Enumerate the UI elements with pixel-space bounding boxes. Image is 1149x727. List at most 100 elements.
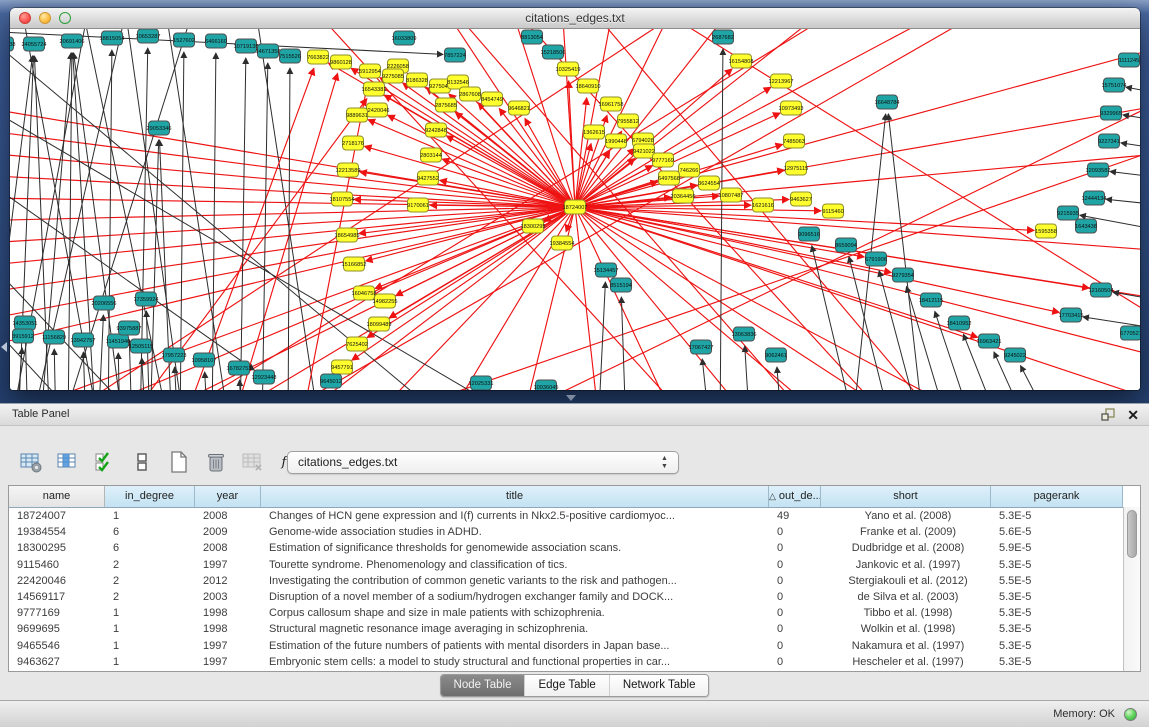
- cell-name[interactable]: 22420046: [9, 573, 105, 589]
- graph-node[interactable]: 15751074: [1102, 78, 1127, 92]
- graph-node[interactable]: 20691406: [60, 34, 85, 48]
- graph-node[interactable]: 24055724: [22, 37, 47, 51]
- graph-node[interactable]: 9463627: [790, 192, 812, 206]
- graph-node[interactable]: 18640910: [576, 79, 601, 93]
- cell-title[interactable]: Corpus callosum shape and size in male p…: [261, 605, 769, 621]
- cell-short[interactable]: Jankovic et al. (1997): [821, 557, 991, 573]
- cell-year[interactable]: 2009: [195, 524, 261, 540]
- table-row[interactable]: 977716911998Corpus callosum shape and si…: [9, 605, 1140, 621]
- graph-node[interactable]: 9329965: [1100, 106, 1122, 120]
- cell-title[interactable]: Tourette syndrome. Phenomenology and cla…: [261, 557, 769, 573]
- graph-node[interactable]: 12213967: [769, 74, 794, 88]
- graph-node[interactable]: 17067427: [689, 340, 714, 354]
- cell-pagerank[interactable]: 5.3E-5: [991, 508, 1123, 524]
- graph-node[interactable]: 1643438: [1075, 219, 1097, 233]
- cell-title[interactable]: Estimation of significance thresholds fo…: [261, 540, 769, 556]
- graph-node[interactable]: 7515526: [279, 49, 301, 63]
- graph-node[interactable]: 9170061: [407, 198, 429, 212]
- graph-node[interactable]: 746266: [679, 163, 700, 177]
- float-panel-icon[interactable]: [1101, 408, 1115, 421]
- table-row[interactable]: 2242004622012Investigating the contribut…: [9, 573, 1140, 589]
- cell-in_degree[interactable]: 6: [105, 524, 195, 540]
- cell-out_de[interactable]: 0: [769, 589, 821, 605]
- graph-node[interactable]: 18300295: [521, 219, 546, 233]
- graph-node[interactable]: 2803144: [420, 148, 442, 162]
- cell-in_degree[interactable]: 1: [105, 508, 195, 524]
- splitter-handle[interactable]: [566, 395, 576, 401]
- table-row[interactable]: 969969511998Structural magnetic resonanc…: [9, 621, 1140, 637]
- cell-name[interactable]: 14569117: [9, 589, 105, 605]
- graph-node[interactable]: 8454749: [481, 92, 503, 106]
- column-header-name[interactable]: name: [9, 486, 105, 507]
- graph-node[interactable]: 16033809: [392, 31, 417, 45]
- cell-pagerank[interactable]: 5.3E-5: [991, 557, 1123, 573]
- graph-node[interactable]: 2687682: [712, 30, 734, 44]
- graph-node[interactable]: 2718176: [342, 136, 364, 150]
- graph-node[interactable]: 18107554: [330, 192, 355, 206]
- cell-name[interactable]: 9777169: [9, 605, 105, 621]
- graph-node[interactable]: 12160504: [1089, 283, 1114, 297]
- graph-node[interactable]: 9645012: [320, 374, 342, 388]
- graph-node[interactable]: 16046758: [352, 286, 377, 300]
- cell-short[interactable]: Franke et al. (2009): [821, 524, 991, 540]
- graph-node[interactable]: 17957223: [162, 348, 187, 362]
- cell-name[interactable]: 9465546: [9, 638, 105, 654]
- graph-node[interactable]: 1362615: [583, 125, 605, 139]
- cell-year[interactable]: 1997: [195, 654, 261, 670]
- graph-node[interactable]: 17703415: [1059, 308, 1084, 322]
- select-columns-icon[interactable]: [92, 449, 118, 475]
- scrollbar-thumb[interactable]: [1127, 510, 1137, 558]
- graph-node[interactable]: 18412115: [919, 293, 943, 307]
- graph-node[interactable]: 13942757: [71, 333, 96, 347]
- graph-node[interactable]: 9457791: [331, 360, 353, 374]
- tab-network-table[interactable]: Network Table: [609, 675, 709, 696]
- graph-node[interactable]: 12505115: [129, 339, 153, 353]
- graph-node[interactable]: 8659094: [835, 238, 857, 252]
- graph-node[interactable]: 20364456: [671, 189, 696, 203]
- cell-short[interactable]: Wolkin et al. (1998): [821, 621, 991, 637]
- cell-short[interactable]: de Silva et al. (2003): [821, 589, 991, 605]
- graph-node[interactable]: 20206556: [92, 296, 117, 310]
- cell-year[interactable]: 2012: [195, 573, 261, 589]
- graph-node[interactable]: 8186328: [406, 73, 428, 87]
- cell-short[interactable]: Hescheler et al. (1997): [821, 654, 991, 670]
- table-row[interactable]: 911546021997Tourette syndrome. Phenomeno…: [9, 557, 1140, 573]
- cell-short[interactable]: Tibbo et al. (1998): [821, 605, 991, 621]
- graph-node[interactable]: 12025331: [469, 376, 494, 390]
- graph-node[interactable]: 3624554: [698, 176, 720, 190]
- graph-node[interactable]: 10653287: [136, 29, 161, 43]
- cell-name[interactable]: 18724007: [9, 508, 105, 524]
- column-header-title[interactable]: title: [261, 486, 769, 507]
- graph-node[interactable]: 15218506: [541, 45, 566, 59]
- cell-pagerank[interactable]: 5.6E-5: [991, 524, 1123, 540]
- graph-node[interactable]: 16782753: [227, 361, 252, 375]
- cell-pagerank[interactable]: 5.3E-5: [991, 605, 1123, 621]
- graph-node[interactable]: 93975887: [117, 321, 142, 335]
- graph-node[interactable]: 16963421: [977, 334, 1002, 348]
- graph-node[interactable]: 6770521: [1120, 326, 1140, 340]
- cell-title[interactable]: Changes of HCN gene expression and I(f) …: [261, 508, 769, 524]
- graph-node[interactable]: 22420046: [365, 103, 390, 117]
- graph-node[interactable]: 9646821: [508, 101, 530, 115]
- cell-out_de[interactable]: 0: [769, 540, 821, 556]
- cell-in_degree[interactable]: 1: [105, 605, 195, 621]
- graph-node[interactable]: 1111245: [1119, 53, 1140, 67]
- cell-title[interactable]: Structural magnetic resonance image aver…: [261, 621, 769, 637]
- cell-name[interactable]: 18300295: [9, 540, 105, 556]
- cell-pagerank[interactable]: 5.3E-5: [991, 654, 1123, 670]
- cell-in_degree[interactable]: 1: [105, 621, 195, 637]
- graph-node[interactable]: 18654985: [335, 228, 360, 242]
- cell-out_de[interactable]: 0: [769, 621, 821, 637]
- cell-in_degree[interactable]: 2: [105, 589, 195, 605]
- graph-node[interactable]: 9860128: [330, 55, 352, 69]
- graph-node[interactable]: 16154808: [729, 54, 754, 68]
- graph-node[interactable]: 13063836: [732, 327, 757, 341]
- tab-edge-table[interactable]: Edge Table: [524, 675, 608, 696]
- cell-title[interactable]: Embryonic stem cells: a model to study s…: [261, 654, 769, 670]
- graph-node[interactable]: 16961758: [599, 97, 624, 111]
- cell-in_degree[interactable]: 2: [105, 573, 195, 589]
- cell-pagerank[interactable]: 5.5E-5: [991, 573, 1123, 589]
- column-header-pagerank[interactable]: pagerank: [991, 486, 1123, 507]
- graph-node[interactable]: 7485063: [783, 134, 805, 148]
- cell-year[interactable]: 1997: [195, 638, 261, 654]
